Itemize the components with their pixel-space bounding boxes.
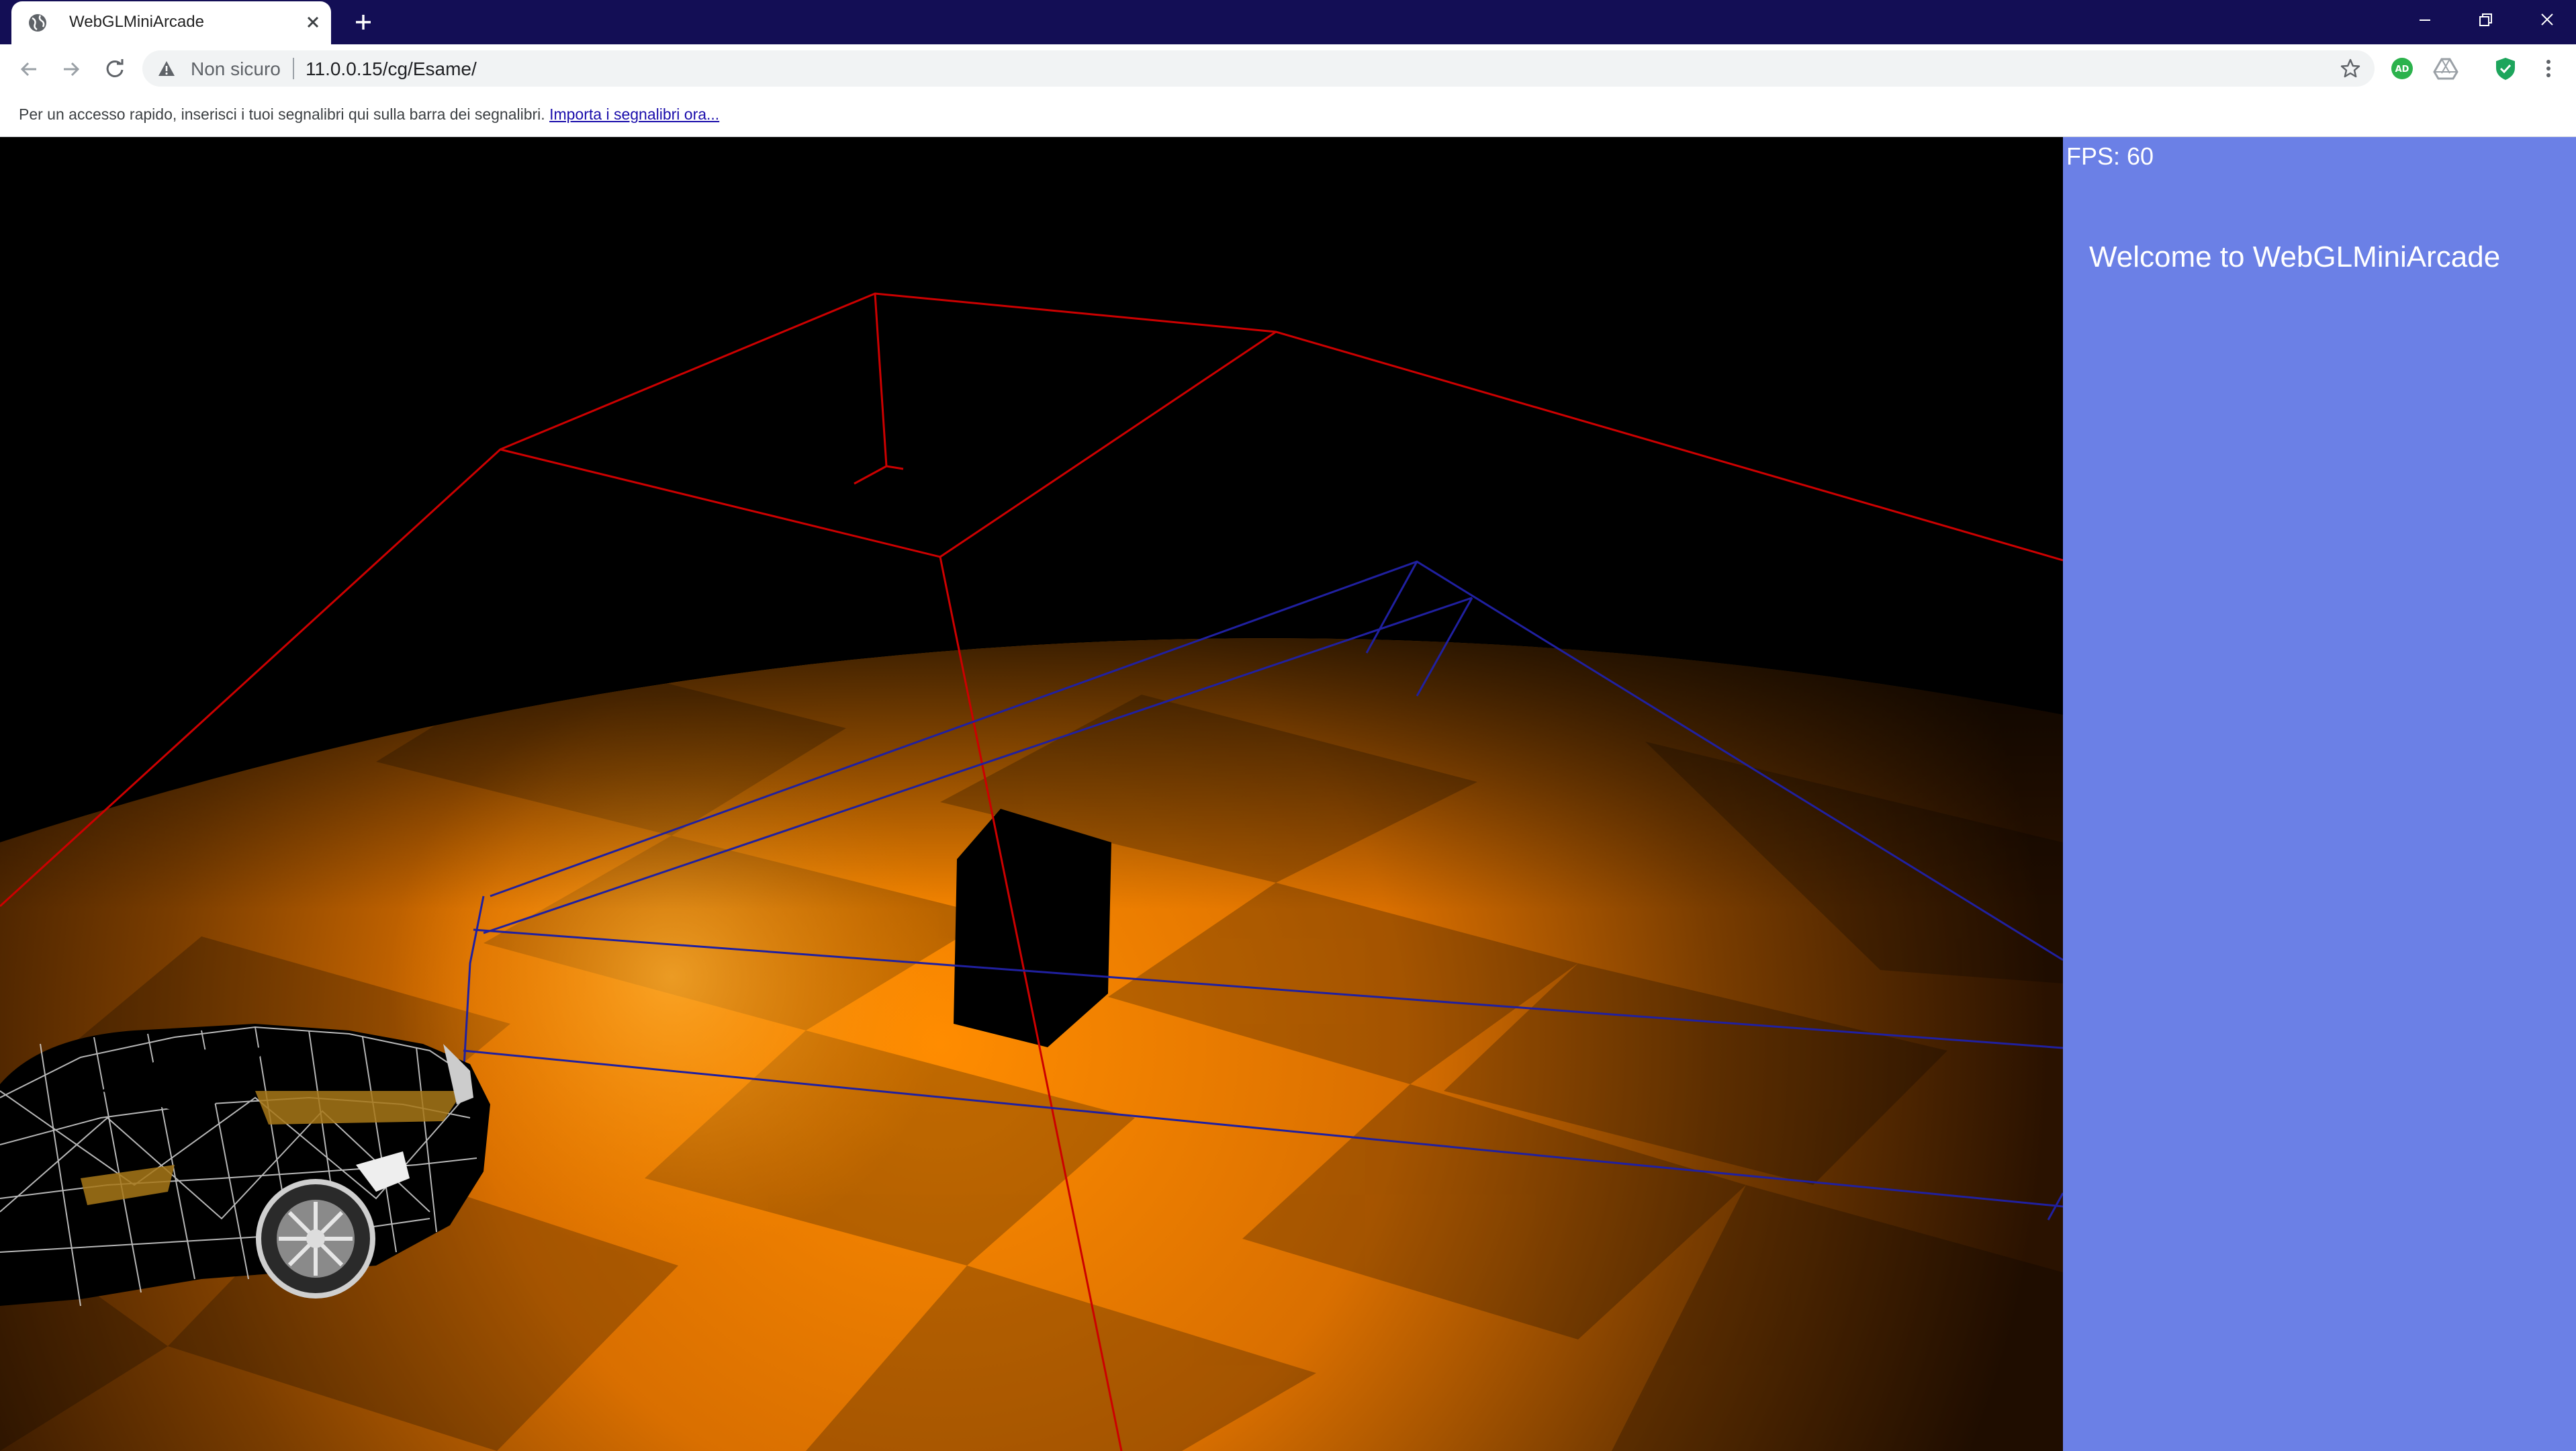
- window-titlebar: WebGLMiniArcade: [0, 0, 2576, 44]
- forward-icon[interactable]: [58, 56, 84, 82]
- close-window-icon[interactable]: [2530, 7, 2564, 34]
- tab-title: WebGLMiniArcade: [69, 13, 204, 31]
- side-panel: [2063, 137, 2576, 1451]
- reload-icon[interactable]: [102, 56, 128, 82]
- not-secure-warning-icon[interactable]: [157, 59, 176, 78]
- bookmarks-message: Per un accesso rapido, inserisci i tuoi …: [19, 105, 545, 123]
- close-tab-icon[interactable]: [302, 11, 324, 34]
- drive-icon[interactable]: [2433, 56, 2458, 81]
- adguard-icon[interactable]: AD: [2389, 56, 2415, 81]
- bookmark-star-icon[interactable]: [2340, 58, 2361, 79]
- bookmarks-hint: Per un accesso rapido, inserisci i tuoi …: [19, 105, 719, 124]
- shield-check-icon[interactable]: [2493, 56, 2518, 81]
- bookmarks-bar: Per un accesso rapido, inserisci i tuoi …: [0, 93, 2576, 137]
- webgl-canvas[interactable]: [0, 137, 2063, 1451]
- globe-icon: [29, 14, 46, 32]
- import-bookmarks-link[interactable]: Importa i segnalibri ora...: [549, 105, 719, 123]
- address-bar[interactable]: Non sicuro 11.0.0.15/cg/Esame/: [142, 50, 2375, 87]
- menu-kebab-icon[interactable]: [2536, 56, 2561, 81]
- address-divider: [293, 58, 294, 79]
- minimize-icon[interactable]: [2408, 7, 2442, 34]
- fps-counter: FPS: 60: [2066, 142, 2154, 170]
- browser-toolbar: Non sicuro 11.0.0.15/cg/Esame/: [0, 44, 2576, 93]
- svg-text:AD: AD: [2395, 64, 2409, 75]
- back-icon[interactable]: [16, 56, 42, 82]
- url-text[interactable]: 11.0.0.15/cg/Esame/: [306, 58, 477, 80]
- security-label[interactable]: Non sicuro: [191, 58, 281, 80]
- restore-icon[interactable]: [2469, 7, 2502, 34]
- browser-tab[interactable]: WebGLMiniArcade: [11, 1, 331, 44]
- welcome-title: Welcome to WebGLMiniArcade: [2089, 240, 2501, 273]
- new-tab-icon[interactable]: [351, 9, 376, 35]
